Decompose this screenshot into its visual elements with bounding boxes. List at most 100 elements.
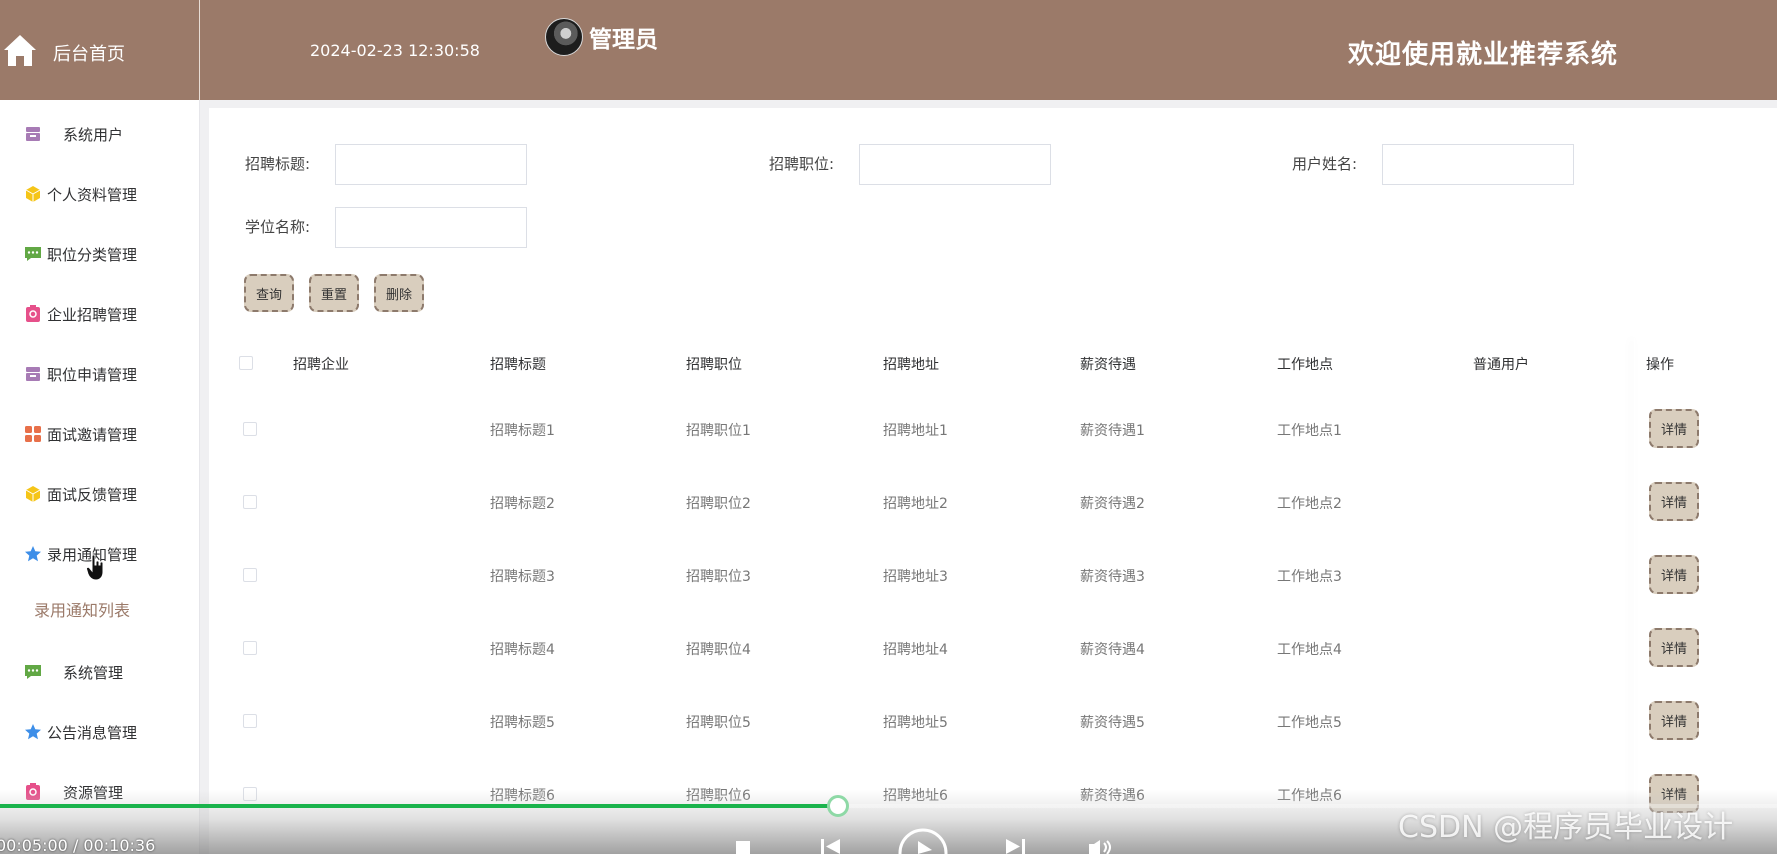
stop-icon[interactable] (735, 840, 751, 854)
cell-title: 招聘标题1 (490, 423, 555, 439)
username-input[interactable] (1382, 144, 1574, 185)
cell-address: 招聘地址2 (883, 496, 948, 512)
cell-title: 招聘标题5 (490, 715, 555, 731)
cell-location: 工作地点4 (1277, 642, 1342, 658)
cell-address: 招聘地址4 (883, 642, 948, 658)
title-input[interactable] (335, 144, 527, 185)
table-row: 招聘标题5 招聘职位5 招聘地址5 薪资待遇5 工作地点5 详情 (209, 684, 1777, 757)
detail-button[interactable]: 详情 (1649, 482, 1699, 521)
cell-position: 招聘职位1 (686, 423, 751, 439)
cell-address: 招聘地址5 (883, 715, 948, 731)
column-header: 普通用户 (1473, 357, 1529, 373)
position-input[interactable] (859, 144, 1051, 185)
delete-button[interactable]: 删除 (374, 274, 424, 312)
select-all-checkbox[interactable] (239, 356, 253, 370)
grid-icon (25, 426, 41, 442)
home-link[interactable]: 后台首页 (0, 0, 200, 100)
reset-button[interactable]: 重置 (309, 274, 359, 312)
cell-salary: 薪资待遇5 (1080, 715, 1145, 731)
row-checkbox[interactable] (243, 641, 257, 655)
playback-time: 00:05:00 / 00:10:36 (0, 836, 156, 854)
badge-icon (26, 305, 40, 322)
sidebar-item-label: 职位申请管理 (47, 365, 138, 384)
next-icon[interactable] (1004, 838, 1026, 854)
progress-fill (0, 804, 839, 808)
sidebar-item-label: 面试邀请管理 (47, 425, 138, 444)
filter-username-label: 用户姓名: (1292, 155, 1358, 173)
previous-icon[interactable] (820, 838, 842, 854)
sidebar-item-label: 系统管理 (63, 663, 124, 682)
cell-position: 招聘职位4 (686, 642, 751, 658)
submenu-offer-list[interactable]: 录用通知列表 (34, 597, 130, 621)
table-row: 招聘标题1 招聘职位1 招聘地址1 薪资待遇1 工作地点1 详情 (209, 392, 1777, 465)
play-icon[interactable] (898, 828, 948, 854)
column-header: 操作 (1646, 357, 1674, 373)
sidebar-item-interview-feedback[interactable]: 面试反馈管理 (0, 474, 200, 514)
sidebar-item-label: 面试反馈管理 (47, 485, 138, 504)
detail-button[interactable]: 详情 (1649, 555, 1699, 594)
table-row: 招聘标题4 招聘职位4 招聘地址4 薪资待遇4 工作地点4 详情 (209, 611, 1777, 684)
column-header: 招聘标题 (490, 357, 546, 373)
cell-position: 招聘职位3 (686, 569, 751, 585)
star-icon (25, 546, 41, 562)
sidebar-item-label: 公告消息管理 (47, 723, 138, 742)
welcome-title: 欢迎使用就业推荐系统 (1348, 40, 1619, 70)
degree-input[interactable] (335, 207, 527, 248)
row-checkbox[interactable] (243, 495, 257, 509)
cell-position: 招聘职位5 (686, 715, 751, 731)
detail-button[interactable]: 详情 (1649, 409, 1699, 448)
filter-title-label: 招聘标题: (245, 155, 311, 173)
cell-location: 工作地点2 (1277, 496, 1342, 512)
sidebar-item-interview-invite[interactable]: 面试邀请管理 (0, 414, 200, 454)
cell-salary: 薪资待遇3 (1080, 569, 1145, 585)
row-checkbox[interactable] (243, 568, 257, 582)
hand-cursor-icon (86, 554, 104, 581)
cell-title: 招聘标题4 (490, 642, 555, 658)
chat-icon (25, 665, 41, 679)
sidebar-item-label: 系统用户 (63, 125, 124, 144)
column-header: 招聘地址 (883, 357, 939, 373)
archive-icon (26, 367, 40, 381)
cell-address: 招聘地址3 (883, 569, 948, 585)
sidebar: 系统用户 个人资料管理 职位分类管理 企业招聘管理 职位申请管理 面试邀请管理 … (0, 100, 200, 854)
row-checkbox[interactable] (243, 714, 257, 728)
detail-button[interactable]: 详情 (1649, 701, 1699, 740)
table-row: 招聘标题2 招聘职位2 招聘地址2 薪资待遇2 工作地点2 详情 (209, 465, 1777, 538)
table-row: 招聘标题3 招聘职位3 招聘地址3 薪资待遇3 工作地点3 详情 (209, 538, 1777, 611)
cell-salary: 薪资待遇1 (1080, 423, 1145, 439)
query-button[interactable]: 查询 (244, 274, 294, 312)
sidebar-item-announcement[interactable]: 公告消息管理 (0, 712, 200, 752)
sidebar-item-system-users[interactable]: 系统用户 (0, 114, 200, 154)
top-header: 后台首页 2024-02-23 12:30:58 管理员 欢迎使用就业推荐系统 (0, 0, 1777, 100)
cell-location: 工作地点1 (1277, 423, 1342, 439)
user-info[interactable]: 管理员 (545, 18, 658, 56)
sidebar-item-profile[interactable]: 个人资料管理 (0, 174, 200, 214)
row-checkbox[interactable] (243, 422, 257, 436)
column-header: 招聘职位 (686, 357, 742, 373)
avatar (545, 18, 583, 56)
detail-button[interactable]: 详情 (1649, 628, 1699, 667)
sidebar-item-recruitment[interactable]: 企业招聘管理 (0, 294, 200, 334)
home-icon (4, 35, 36, 66)
cell-location: 工作地点3 (1277, 569, 1342, 585)
volume-icon[interactable] (1088, 840, 1114, 854)
cell-title: 招聘标题3 (490, 569, 555, 585)
column-header: 工作地点 (1277, 357, 1333, 373)
cube-icon (25, 186, 41, 202)
archive-icon (26, 127, 40, 141)
sidebar-item-label: 企业招聘管理 (47, 305, 138, 324)
user-name: 管理员 (589, 27, 658, 53)
chat-icon (25, 247, 41, 261)
app-root: 后台首页 2024-02-23 12:30:58 管理员 欢迎使用就业推荐系统 … (0, 0, 1777, 854)
sidebar-item-system[interactable]: 系统管理 (0, 652, 200, 692)
cell-title: 招聘标题2 (490, 496, 555, 512)
cube-icon (25, 486, 41, 502)
current-datetime: 2024-02-23 12:30:58 (310, 41, 480, 60)
column-header: 薪资待遇 (1080, 357, 1136, 373)
sidebar-item-position-category[interactable]: 职位分类管理 (0, 234, 200, 274)
sidebar-item-application[interactable]: 职位申请管理 (0, 354, 200, 394)
sidebar-item-label: 个人资料管理 (47, 185, 138, 204)
column-header: 招聘企业 (293, 357, 349, 373)
filter-degree-label: 学位名称: (245, 218, 311, 236)
cell-address: 招聘地址1 (883, 423, 948, 439)
